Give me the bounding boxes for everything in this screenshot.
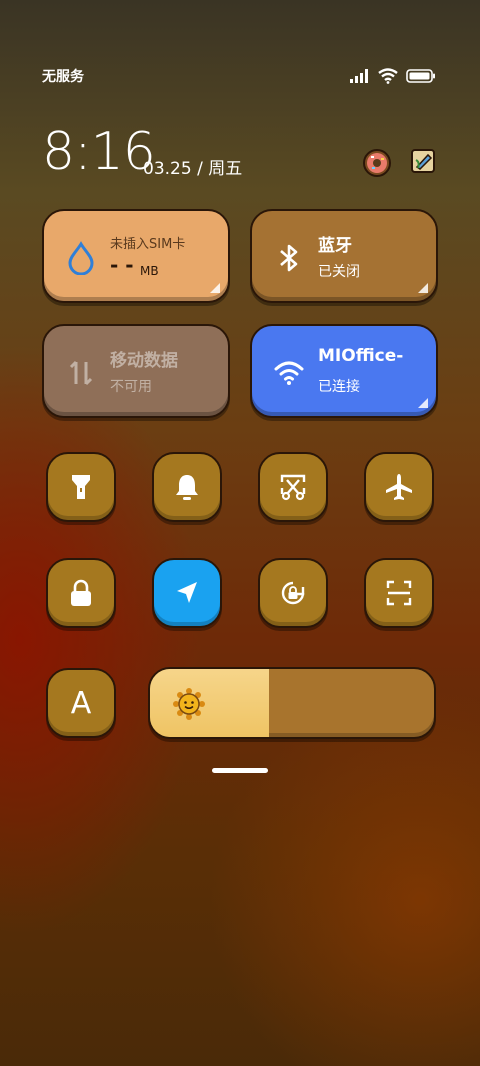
scanner-button[interactable] bbox=[364, 558, 434, 628]
rotation-lock-button[interactable] bbox=[258, 558, 328, 628]
airplane-mode-button[interactable] bbox=[364, 452, 434, 522]
status-icons bbox=[350, 68, 436, 84]
wifi-tile[interactable]: MIOffice- 已连接 bbox=[250, 324, 438, 418]
brightness-fill[interactable] bbox=[150, 669, 270, 737]
brightness-slider[interactable] bbox=[148, 667, 436, 739]
usage-title: 未插入SIM卡 bbox=[110, 237, 186, 252]
mobile-data-title: 移动数据 bbox=[110, 351, 178, 371]
silent-button[interactable] bbox=[152, 452, 222, 522]
expand-corner-icon bbox=[418, 398, 428, 408]
mobile-data-tile[interactable]: 移动数据 不可用 bbox=[42, 324, 230, 418]
airplane-icon bbox=[386, 474, 412, 500]
edit-app-icon[interactable] bbox=[410, 148, 436, 174]
usage-value: - - bbox=[110, 253, 134, 277]
flashlight-button[interactable] bbox=[46, 452, 116, 522]
mobile-data-usage-tile[interactable]: 未插入SIM卡 - - MB bbox=[42, 209, 230, 303]
water-drop-icon bbox=[66, 241, 96, 275]
wifi-icon bbox=[378, 68, 398, 84]
drag-handle[interactable] bbox=[212, 768, 268, 773]
battery-icon bbox=[406, 69, 435, 83]
donut-app-icon[interactable] bbox=[362, 148, 391, 177]
carrier-label: 无服务 bbox=[42, 69, 84, 85]
status-bar: 无服务 bbox=[42, 66, 436, 86]
rotation-lock-icon bbox=[281, 581, 305, 605]
wifi-icon bbox=[274, 356, 304, 390]
data-arrows-icon bbox=[66, 356, 96, 390]
auto-brightness-button[interactable]: A bbox=[46, 668, 116, 738]
screenshot-button[interactable] bbox=[258, 452, 328, 522]
bluetooth-tile[interactable]: 蓝牙 已关闭 bbox=[250, 209, 438, 303]
lock-icon bbox=[71, 579, 91, 606]
clock-date[interactable]: 03.25 / 周五 bbox=[143, 154, 242, 179]
bluetooth-title: 蓝牙 bbox=[318, 236, 352, 256]
flashlight-icon bbox=[72, 475, 90, 499]
usage-unit: MB bbox=[140, 264, 159, 278]
sun-icon bbox=[173, 688, 205, 720]
location-button[interactable] bbox=[152, 558, 222, 628]
bluetooth-icon bbox=[274, 241, 304, 275]
scan-icon bbox=[386, 580, 412, 606]
bell-icon bbox=[176, 475, 198, 500]
clock-time[interactable]: 8:16 bbox=[42, 124, 156, 180]
wifi-status: 已连接 bbox=[318, 379, 360, 395]
scissors-icon bbox=[280, 474, 306, 501]
expand-corner-icon bbox=[210, 283, 220, 293]
lock-screen-button[interactable] bbox=[46, 558, 116, 628]
mobile-data-status: 不可用 bbox=[110, 379, 152, 395]
wifi-title: MIOffice- bbox=[318, 346, 404, 366]
bluetooth-status: 已关闭 bbox=[318, 264, 360, 280]
expand-corner-icon bbox=[418, 283, 428, 293]
clock-row: 8:16 03.25 / 周五 bbox=[42, 124, 436, 180]
signal-icon bbox=[350, 69, 368, 83]
auto-brightness-label: A bbox=[70, 685, 92, 721]
location-arrow-icon bbox=[177, 582, 197, 603]
